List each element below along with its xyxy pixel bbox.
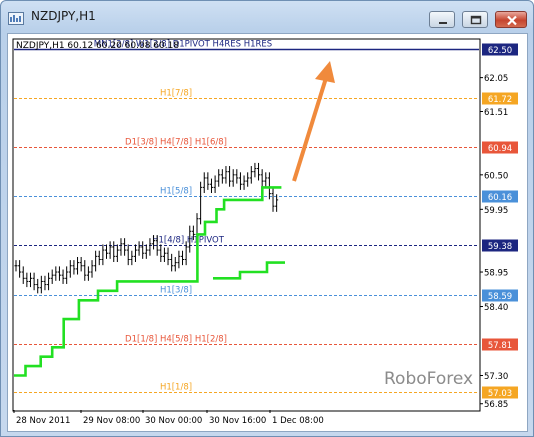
level-label: H1[3/8]: [160, 286, 192, 296]
price-tag-label: 57.81: [488, 341, 512, 351]
y-tick-label: 62.05: [484, 74, 508, 84]
price-tag-label: 59.38: [488, 242, 512, 252]
y-tick-label: 60.50: [484, 171, 508, 181]
x-tick-label: 30 Nov 00:00: [145, 416, 202, 426]
price-tag-label: 60.16: [488, 193, 512, 203]
y-tick-label: 59.95: [484, 206, 508, 216]
level-label: H1[1/8]: [160, 383, 192, 393]
close-icon: [507, 15, 517, 26]
title-bar[interactable]: NZDJPY,H1: [1, 1, 533, 31]
y-tick-label: 57.30: [484, 372, 508, 382]
level-label: H1[4/8] H1PIVOT: [152, 236, 225, 246]
minimize-icon: [439, 22, 447, 24]
maximize-button[interactable]: [462, 11, 488, 28]
chart-canvas[interactable]: MN1[2/8] W1[2/8] D1PIVOT H4RES H1RES62.5…: [8, 34, 527, 431]
y-tick-label: 56.85: [484, 400, 508, 410]
chart-window: NZDJPY,H1 MN1[2/8] W1[2/8] D1PIVOT H4RES…: [0, 0, 534, 437]
price-tag-label: 62.50: [488, 46, 512, 56]
maximize-icon: [470, 15, 482, 25]
x-tick-label: 30 Nov 16:00: [209, 416, 266, 426]
y-tick-label: 58.95: [484, 269, 508, 279]
price-tag-label: 57.03: [488, 389, 512, 399]
level-label: H1[7/8]: [160, 89, 192, 99]
plot-frame: [12, 38, 481, 412]
level-label: D1[1/8] H4[5/8] H1[2/8]: [125, 335, 227, 345]
x-tick-label: 28 Nov 2011: [16, 416, 70, 426]
watermark: RoboForex: [384, 369, 473, 389]
y-tick-label: 61.51: [484, 108, 508, 118]
level-label: D1[3/8] H4[7/8] H1[6/8]: [125, 138, 227, 148]
info-line: NZDJPY,H1 60.12 60.20 60.08 60.18: [16, 41, 179, 51]
minimize-button[interactable]: [429, 11, 455, 28]
level-label: H1[5/8]: [160, 187, 192, 197]
x-tick-label: 1 Dec 08:00: [272, 416, 324, 426]
y-tick-label: 58.40: [484, 303, 508, 313]
chart-bars-icon: [8, 10, 24, 25]
window-title: NZDJPY,H1: [31, 9, 96, 23]
chart-area[interactable]: MN1[2/8] W1[2/8] D1PIVOT H4RES H1RES 62.5…: [7, 33, 528, 432]
price-tag-label: 61.72: [488, 95, 512, 105]
price-tag-label: 60.94: [488, 144, 512, 154]
price-tag-label: 58.59: [488, 292, 512, 302]
x-tick-label: 29 Nov 08:00: [83, 416, 140, 426]
close-button[interactable]: [495, 11, 527, 28]
